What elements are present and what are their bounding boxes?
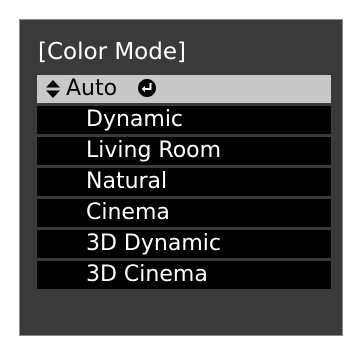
color-mode-option-auto[interactable]: Auto bbox=[37, 75, 331, 103]
color-mode-option-3d-cinema[interactable]: 3D Cinema bbox=[37, 261, 331, 289]
enter-icon bbox=[138, 79, 157, 97]
option-label: Cinema bbox=[86, 200, 170, 225]
color-mode-option-3d-dynamic[interactable]: 3D Dynamic bbox=[37, 230, 331, 258]
color-mode-option-dynamic[interactable]: Dynamic bbox=[37, 106, 331, 134]
option-label: Dynamic bbox=[86, 107, 184, 132]
color-mode-menu: [Color Mode] Auto Dynamic Living Room Na… bbox=[19, 19, 343, 336]
option-label: Auto bbox=[66, 76, 118, 101]
color-mode-option-natural[interactable]: Natural bbox=[37, 168, 331, 196]
up-down-arrows-icon bbox=[46, 80, 60, 98]
color-mode-list: Auto Dynamic Living Room Natural Cinema … bbox=[37, 75, 331, 292]
color-mode-option-cinema[interactable]: Cinema bbox=[37, 199, 331, 227]
option-label: 3D Dynamic bbox=[86, 231, 221, 256]
option-label: Living Room bbox=[86, 138, 222, 163]
color-mode-option-living-room[interactable]: Living Room bbox=[37, 137, 331, 165]
menu-title: [Color Mode] bbox=[38, 39, 186, 65]
option-label: 3D Cinema bbox=[86, 262, 208, 287]
option-label: Natural bbox=[86, 169, 168, 194]
